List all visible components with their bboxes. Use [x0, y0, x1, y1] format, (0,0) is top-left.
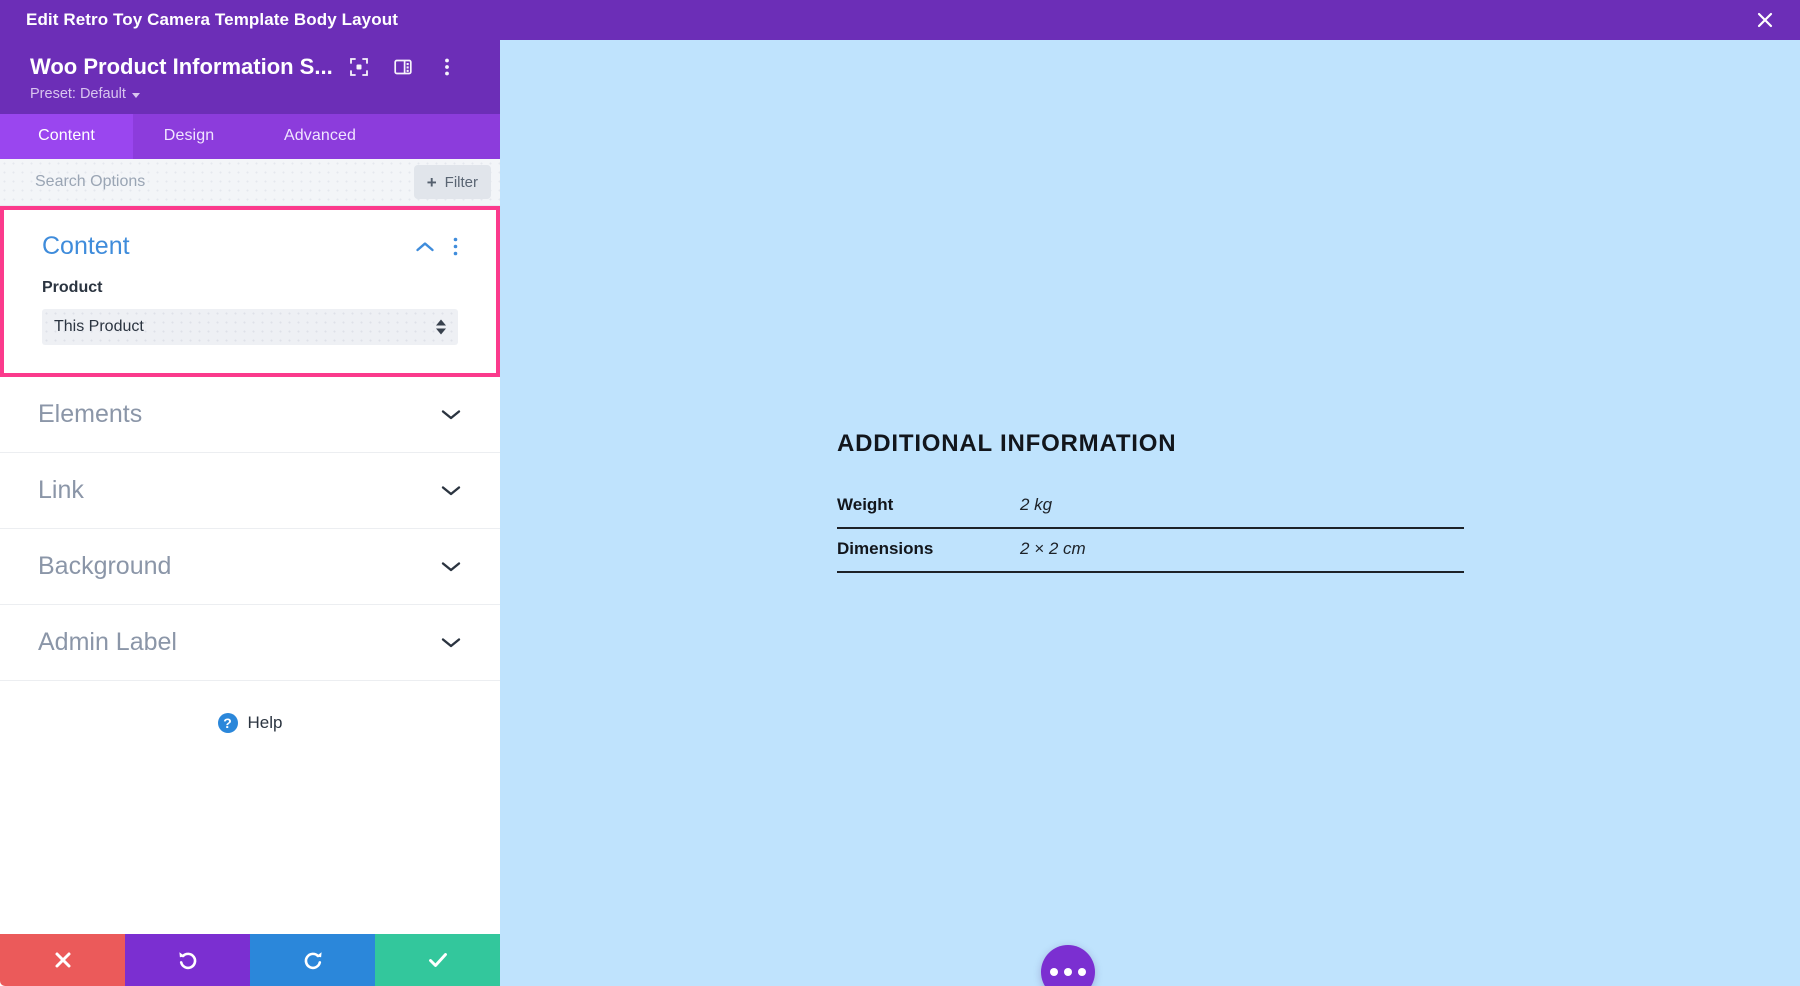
settings-tabs: Content Design Advanced: [0, 114, 500, 159]
settings-action-bar: [0, 934, 500, 986]
builder-menu-fab[interactable]: [1041, 945, 1095, 986]
search-options-bar: + Filter: [0, 159, 500, 206]
focus-module-icon[interactable]: [347, 55, 371, 79]
undo-button[interactable]: [125, 934, 250, 986]
attribute-value: 2 × 2 cm: [1020, 528, 1464, 573]
woo-product-information-module[interactable]: ADDITIONAL INFORMATION Weight 2 kg Dimen…: [837, 430, 1464, 573]
cancel-button[interactable]: [0, 934, 125, 986]
chevron-down-icon: [440, 560, 462, 573]
chevron-down-icon: [131, 92, 140, 98]
close-icon[interactable]: [1750, 5, 1780, 35]
save-button[interactable]: [375, 934, 500, 986]
panel-header: Woo Product Information S... Preset: Def…: [0, 40, 500, 114]
section-admin-label[interactable]: Admin Label: [0, 605, 500, 681]
section-link[interactable]: Link: [0, 453, 500, 529]
filter-button-label: Filter: [444, 173, 478, 191]
section-link-title: Link: [38, 476, 84, 504]
ellipsis-dot: [1064, 968, 1072, 976]
tab-advanced[interactable]: Advanced: [245, 114, 395, 159]
help-icon: ?: [217, 713, 238, 733]
page-preview-canvas: ADDITIONAL INFORMATION Weight 2 kg Dimen…: [500, 40, 1800, 986]
chevron-up-icon[interactable]: [415, 241, 435, 253]
section-content-title: Content: [42, 232, 130, 260]
table-row: Weight 2 kg: [837, 485, 1464, 529]
section-content-header[interactable]: Content: [42, 232, 458, 261]
product-select[interactable]: This Product: [42, 309, 458, 345]
select-stepper-icon: [436, 319, 446, 335]
additional-information-heading: ADDITIONAL INFORMATION: [837, 430, 1177, 457]
ellipsis-dot: [1050, 968, 1058, 976]
window-title: Edit Retro Toy Camera Template Body Layo…: [26, 10, 398, 29]
attribute-value: 2 kg: [1020, 485, 1464, 529]
chevron-down-icon: [440, 408, 462, 421]
panel-header-icons: [347, 55, 459, 79]
close-icon: [55, 952, 70, 968]
help-label: Help: [247, 713, 283, 732]
tab-content[interactable]: Content: [0, 114, 133, 159]
kebab-menu-icon[interactable]: [435, 55, 459, 79]
product-select-value: This Product: [54, 318, 144, 335]
module-title: Woo Product Information S...: [30, 54, 333, 79]
settings-sections: Content Product This Product Elements Li…: [0, 206, 500, 934]
undo-icon: [178, 952, 196, 970]
layout-columns-icon[interactable]: [391, 55, 415, 79]
section-admin-label-title: Admin Label: [38, 628, 177, 656]
ellipsis-dot: [1078, 968, 1086, 976]
check-icon: [428, 953, 447, 967]
chevron-down-icon: [440, 484, 462, 497]
section-background-title: Background: [38, 552, 172, 580]
table-row: Dimensions 2 × 2 cm: [837, 528, 1464, 573]
attribute-key: Dimensions: [837, 528, 1020, 573]
redo-icon: [304, 952, 322, 970]
product-attributes-table: Weight 2 kg Dimensions 2 × 2 cm: [837, 485, 1464, 573]
window-titlebar: Edit Retro Toy Camera Template Body Layo…: [0, 0, 1800, 40]
preset-selector[interactable]: Preset: Default: [30, 86, 480, 102]
section-content: Content Product This Product: [0, 206, 500, 377]
search-input[interactable]: [35, 173, 414, 191]
section-elements-title: Elements: [38, 400, 143, 428]
product-field-label: Product: [42, 279, 103, 296]
chevron-down-icon: [440, 636, 462, 649]
preset-label: Preset: Default: [30, 86, 126, 102]
section-kebab-menu-icon[interactable]: [453, 237, 458, 256]
tab-design[interactable]: Design: [133, 114, 245, 159]
redo-button[interactable]: [250, 934, 375, 986]
attribute-key: Weight: [837, 485, 1020, 529]
filter-button[interactable]: + Filter: [413, 165, 491, 199]
section-elements[interactable]: Elements: [0, 377, 500, 453]
plus-icon: +: [426, 172, 437, 192]
module-settings-panel: Woo Product Information S... Preset: Def…: [0, 40, 500, 986]
section-background[interactable]: Background: [0, 529, 500, 605]
divi-builder-screen: Edit Retro Toy Camera Template Body Layo…: [0, 0, 1800, 986]
help-button[interactable]: ? Help: [0, 681, 500, 733]
